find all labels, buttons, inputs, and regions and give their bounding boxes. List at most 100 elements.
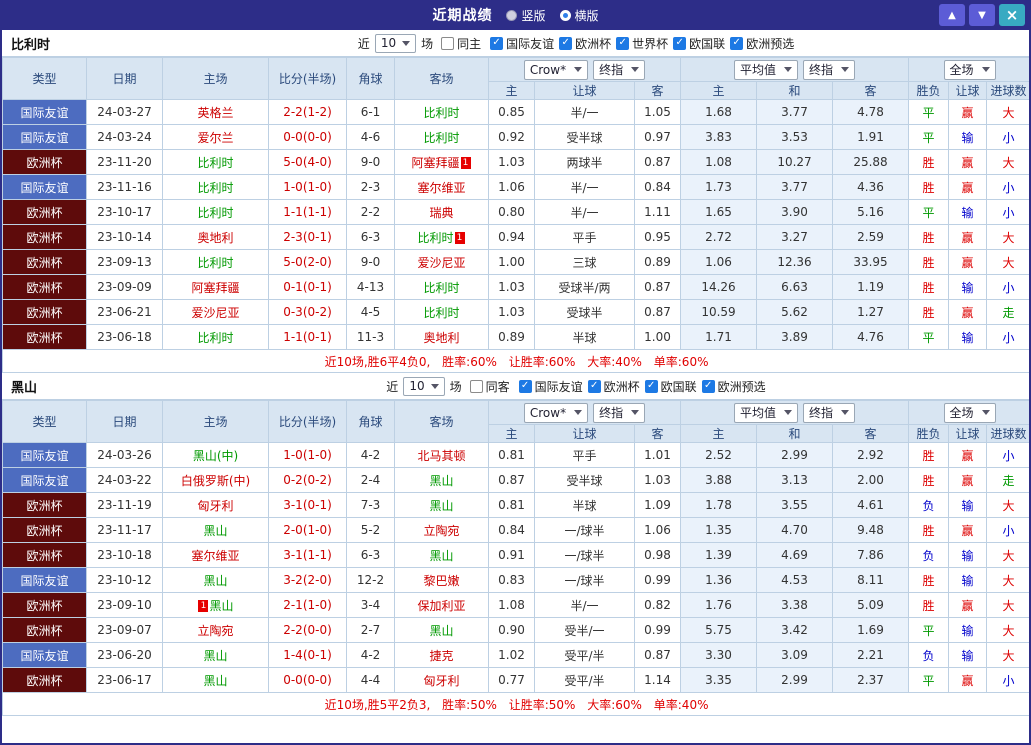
team-name: 比利时 bbox=[11, 37, 51, 53]
summary-text: 近10场,胜5平2负3, 胜率:50% 让胜率:50% 大率:60% 单率:40… bbox=[2, 692, 1029, 716]
competition-filter-国际友谊[interactable]: ✓ 国际友谊 bbox=[518, 378, 583, 395]
checkbox-icon[interactable]: ✓ bbox=[518, 379, 532, 393]
bookmaker-stage-select[interactable]: 终指 bbox=[593, 402, 646, 423]
avg-home-cell: 1.36 bbox=[680, 567, 757, 593]
competition-filter-世界杯[interactable]: ✓ 世界杯 bbox=[616, 35, 668, 52]
checkbox-icon[interactable]: ✓ bbox=[644, 379, 658, 393]
odds-handicap-cell: 半球 bbox=[534, 492, 635, 518]
result-goals-cell: 小 bbox=[986, 199, 1029, 225]
avg-home-cell: 1.65 bbox=[680, 199, 757, 225]
team-name-text: 黎巴嫩 bbox=[423, 573, 460, 588]
checkbox-icon[interactable]: ✓ bbox=[587, 379, 601, 393]
team-name-text: 阿塞拜疆 bbox=[411, 155, 460, 170]
result-outcome-cell: 胜 bbox=[908, 249, 950, 275]
average-stage-select[interactable]: 终指 bbox=[803, 59, 856, 80]
average-select[interactable]: 平均值 bbox=[734, 402, 799, 423]
results-body: 国际友谊 24-03-27 英格兰 2-2(1-2) 6-1 比利时 0.85 半/一 1.05… bbox=[2, 99, 1029, 350]
average-header-group: 平均值 终指 bbox=[679, 400, 910, 425]
bookmaker-select[interactable]: Crow* bbox=[523, 402, 589, 423]
match-type-cell: 欧洲杯 bbox=[2, 274, 87, 300]
away-team-cell: 北马其顿 bbox=[394, 442, 489, 468]
radio-icon[interactable] bbox=[506, 9, 518, 21]
score-cell: 0-2(0-2) bbox=[268, 467, 347, 493]
date-cell: 23-10-18 bbox=[86, 542, 163, 568]
team-name-text: 比利时 bbox=[197, 180, 234, 195]
match-count-select[interactable]: 10 bbox=[374, 33, 417, 53]
results-body: 国际友谊 24-03-26 黑山(中) 1-0(1-0) 4-2 北马其顿 0.81 平手 1.… bbox=[2, 442, 1029, 693]
team-name-text: 立陶宛 bbox=[197, 623, 234, 638]
team-name-text: 黑山 bbox=[203, 573, 228, 588]
col-header-away: 客场 bbox=[394, 400, 489, 443]
result-goals-cell: 小 bbox=[986, 517, 1029, 543]
match-count-select[interactable]: 10 bbox=[403, 376, 445, 396]
away-team-cell: 比利时 bbox=[394, 274, 489, 300]
result-goals-cell: 大 bbox=[986, 542, 1029, 568]
scroll-down-button[interactable]: ▼ bbox=[969, 4, 995, 26]
summary-row: 近10场,胜5平2负3, 胜率:50% 让胜率:50% 大率:60% 单率:40… bbox=[2, 692, 1029, 716]
checkbox-icon[interactable]: ✓ bbox=[701, 379, 715, 393]
competition-filter-欧洲杯[interactable]: ✓ 欧洲杯 bbox=[559, 35, 611, 52]
average-stage-select[interactable]: 终指 bbox=[803, 402, 856, 423]
layout-radio-horizontal[interactable]: 横版 bbox=[559, 7, 599, 24]
away-team-cell: 黎巴嫩 bbox=[394, 567, 489, 593]
odds-away-cell: 1.03 bbox=[634, 467, 681, 493]
result-goals-cell: 大 bbox=[986, 149, 1029, 175]
near-label: 近 bbox=[386, 379, 399, 394]
avg-draw-cell: 5.62 bbox=[756, 299, 833, 325]
corners-cell: 4-2 bbox=[346, 642, 395, 668]
subcol-avg-home: 主 bbox=[680, 81, 757, 100]
competition-filter-欧洲预选[interactable]: ✓ 欧洲预选 bbox=[730, 35, 794, 52]
home-team-cell: 爱沙尼亚 bbox=[162, 299, 269, 325]
corners-cell: 2-2 bbox=[346, 199, 395, 225]
avg-away-cell: 2.59 bbox=[831, 224, 910, 250]
competition-filter-欧洲预选[interactable]: ✓ 欧洲预选 bbox=[701, 378, 766, 395]
result-handicap-cell: 赢 bbox=[948, 467, 988, 493]
scope-select[interactable]: 全场 bbox=[943, 402, 996, 423]
competition-label: 欧洲杯 bbox=[603, 379, 640, 394]
result-handicap-cell: 赢 bbox=[948, 249, 988, 275]
venue-filter-checkbox[interactable] bbox=[469, 379, 483, 393]
competition-filter-欧国联[interactable]: ✓ 欧国联 bbox=[673, 35, 725, 52]
team-name-text: 比利时 bbox=[417, 230, 454, 245]
team-name-text: 匈牙利 bbox=[197, 498, 234, 513]
scroll-up-button[interactable]: ▲ bbox=[939, 4, 965, 26]
layout-radio-vertical[interactable]: 竖版 bbox=[506, 7, 546, 24]
table-row: 欧洲杯 23-11-17 黑山 2-0(1-0) 5-2 立陶宛 0.84 一/球半 1.06 1… bbox=[2, 517, 1029, 543]
col-header-date: 日期 bbox=[86, 400, 163, 443]
subcol-handicap-result: 让球 bbox=[948, 424, 988, 443]
odds-handicap-cell: 受平/半 bbox=[534, 667, 635, 693]
venue-filter-checkbox[interactable] bbox=[441, 36, 455, 50]
venue-filter[interactable]: 同客 bbox=[469, 378, 510, 395]
competition-filter-欧国联[interactable]: ✓ 欧国联 bbox=[644, 378, 697, 395]
radio-label-vertical: 竖版 bbox=[521, 8, 546, 23]
odds-home-cell: 0.94 bbox=[488, 224, 535, 250]
date-cell: 23-10-14 bbox=[86, 224, 163, 250]
checkbox-icon[interactable]: ✓ bbox=[490, 36, 504, 50]
bookmaker-select[interactable]: Crow* bbox=[523, 59, 589, 80]
checkbox-icon[interactable]: ✓ bbox=[673, 36, 687, 50]
average-header-group: 平均值 终指 bbox=[679, 57, 910, 82]
venue-filter[interactable]: 同主 bbox=[441, 35, 481, 52]
competition-filter-欧洲杯[interactable]: ✓ 欧洲杯 bbox=[587, 378, 640, 395]
checkbox-icon[interactable]: ✓ bbox=[730, 36, 744, 50]
competition-filters: ✓ 国际友谊 ✓ 欧洲杯 ✓ 世界杯 ✓ 欧国联 ✓ 欧洲预选 bbox=[485, 35, 794, 52]
bookmaker-stage-select[interactable]: 终指 bbox=[593, 59, 646, 80]
radio-icon[interactable] bbox=[559, 9, 571, 21]
avg-draw-cell: 2.99 bbox=[756, 667, 833, 693]
average-select[interactable]: 平均值 bbox=[734, 59, 799, 80]
result-goals-cell: 大 bbox=[986, 224, 1029, 250]
corners-cell: 6-3 bbox=[346, 224, 395, 250]
date-cell: 24-03-22 bbox=[86, 467, 163, 493]
close-button[interactable]: × bbox=[999, 4, 1025, 26]
checkbox-icon[interactable]: ✓ bbox=[559, 36, 573, 50]
bookmaker-header-group: Crow* 终指 bbox=[488, 400, 681, 425]
scope-select[interactable]: 全场 bbox=[943, 59, 996, 80]
away-team-cell: 匈牙利 bbox=[394, 667, 489, 693]
avg-home-cell: 10.59 bbox=[680, 299, 757, 325]
competition-filter-国际友谊[interactable]: ✓ 国际友谊 bbox=[490, 35, 554, 52]
odds-handicap-cell: 受半球 bbox=[534, 467, 635, 493]
result-goals-cell: 大 bbox=[986, 249, 1029, 275]
checkbox-icon[interactable]: ✓ bbox=[616, 36, 630, 50]
result-goals-cell: 大 bbox=[986, 642, 1029, 668]
score-cell: 1-1(1-1) bbox=[268, 199, 347, 225]
